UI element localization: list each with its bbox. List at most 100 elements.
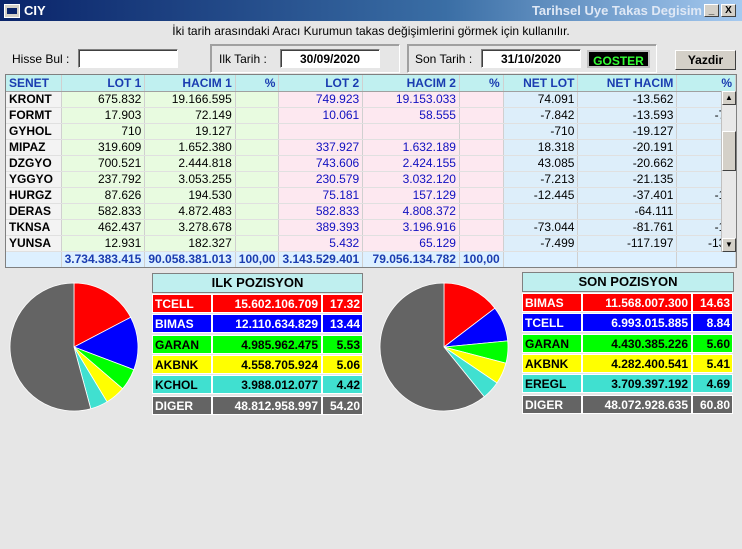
column-header[interactable]: % [235, 75, 280, 92]
position-row: DIGER 48.072.928.635 60.80 [522, 394, 733, 414]
scroll-thumb[interactable] [722, 131, 736, 171]
window-title: CIY [24, 3, 46, 18]
position-percent: 4.42 [322, 375, 363, 395]
column-header[interactable]: % [676, 75, 736, 92]
column-header[interactable]: LOT 1 [61, 75, 146, 92]
app-icon [4, 3, 20, 18]
position-row: GARAN 4.430.385.226 5.60 [522, 333, 733, 353]
table-cell [459, 219, 504, 236]
position-name: TCELL [152, 294, 212, 313]
table-cell: 675.832 [61, 91, 146, 108]
grid-vertical-scrollbar[interactable]: ▲ ▼ [721, 91, 736, 252]
position-name: GARAN [522, 333, 582, 353]
close-button[interactable]: X [721, 4, 736, 17]
table-cell [459, 123, 504, 140]
table-row[interactable]: MIPAZ 319.609 1.652.380 337.927 1.632.189 18.… [6, 139, 736, 156]
column-header[interactable]: % [459, 75, 504, 92]
table-row[interactable]: DERAS 582.833 4.872.483 582.833 4.808.372 -64… [6, 203, 736, 220]
takas-grid[interactable]: SENET LOT 1 HACIM 1% LOT 2 HACIM 2% NET LOT NE… [5, 74, 737, 268]
table-cell: 58.555 [362, 107, 460, 124]
column-header[interactable]: NET HACIM [577, 75, 678, 92]
table-cell: 19.127 [144, 123, 236, 140]
table-cell [235, 235, 280, 252]
yazdir-button[interactable]: Yazdir [675, 50, 736, 70]
table-cell [235, 187, 280, 204]
position-value: 3.988.012.077 [212, 375, 322, 395]
hisse-search-input[interactable] [78, 49, 178, 68]
table-row[interactable]: TKNSA 462.437 3.278.678 389.393 3.196.916 -73… [6, 219, 736, 236]
table-cell: 710 [61, 123, 146, 140]
goster-button[interactable]: GOSTER [587, 50, 650, 68]
table-cell [235, 219, 280, 236]
position-value: 4.430.385.226 [582, 333, 692, 353]
table-cell: -710 [503, 123, 579, 140]
senet-cell: DERAS [6, 203, 62, 220]
table-row[interactable]: FORMT 17.903 72.149 10.061 58.555 -7.842 -13.5… [6, 107, 736, 124]
table-row[interactable]: YUNSA 12.931 182.327 5.432 65.129 -7.499 -117.… [6, 235, 736, 252]
position-percent: 5.06 [322, 354, 363, 374]
position-value: 6.993.015.885 [582, 313, 692, 333]
table-cell: 194.530 [144, 187, 236, 204]
position-name: DIGER [152, 395, 212, 415]
table-cell: 157.129 [362, 187, 460, 204]
senet-cell: TKNSA [6, 219, 62, 236]
senet-cell: MIPAZ [6, 139, 62, 156]
table-cell: -20.662 [577, 155, 678, 172]
position-row: TCELL 6.993.015.885 8.84 [522, 313, 733, 333]
table-cell [459, 91, 504, 108]
table-cell [459, 155, 504, 172]
ilk-tarih-label: Ilk Tarih : [219, 52, 267, 66]
position-percent: 17.32 [322, 294, 363, 313]
senet-cell: YUNSA [6, 235, 62, 252]
table-cell [362, 123, 460, 140]
table-cell: 582.833 [61, 203, 146, 220]
total-cell: 90.058.381.013 [144, 251, 236, 267]
ilk-pozisyon-pie-chart [9, 282, 139, 412]
position-row: AKBNK 4.282.400.541 5.41 [522, 353, 733, 373]
column-header[interactable]: NET LOT [503, 75, 579, 92]
son-tarih-input[interactable] [481, 49, 581, 68]
total-cell [577, 251, 678, 267]
position-row: KCHOL 3.988.012.077 4.42 [152, 375, 363, 395]
table-row[interactable]: DZGYO 700.521 2.444.818 743.606 2.424.155 43.… [6, 155, 736, 172]
table-cell [235, 139, 280, 156]
table-cell: -73.044 [503, 219, 579, 236]
scroll-down-arrow-icon[interactable]: ▼ [722, 238, 736, 252]
table-cell: -64.111 [577, 203, 678, 220]
table-cell: 2.424.155 [362, 155, 460, 172]
position-name: EREGL [522, 374, 582, 394]
senet-cell: KRONT [6, 91, 62, 108]
ilk-tarih-input[interactable] [280, 49, 380, 68]
position-value: 4.558.705.924 [212, 354, 322, 374]
column-header[interactable]: HACIM 1 [144, 75, 236, 92]
scroll-up-arrow-icon[interactable]: ▲ [722, 91, 736, 105]
table-cell [235, 171, 280, 188]
total-cell: 3.734.383.415 [61, 251, 146, 267]
column-header[interactable]: LOT 2 [278, 75, 364, 92]
table-cell: 19.153.033 [362, 91, 460, 108]
position-row: GARAN 4.985.962.475 5.53 [152, 334, 363, 354]
table-cell: 230.579 [278, 171, 364, 188]
table-cell: 12.931 [61, 235, 146, 252]
table-row[interactable]: HURGZ 87.626 194.530 75.181 157.129 -12.445 -3… [6, 187, 736, 204]
table-cell: 72.149 [144, 107, 236, 124]
table-cell: 75.181 [278, 187, 364, 204]
table-cell: -13.593 [577, 107, 678, 124]
position-percent: 5.41 [692, 353, 733, 373]
table-cell: 2.444.818 [144, 155, 236, 172]
table-cell: 18.318 [503, 139, 579, 156]
table-cell: -117.197 [577, 235, 678, 252]
table-cell [459, 235, 504, 252]
table-row[interactable]: YGGYO 237.792 3.053.255 230.579 3.032.120 -7.… [6, 171, 736, 188]
column-header[interactable]: SENET [6, 75, 62, 92]
table-cell: 3.032.120 [362, 171, 460, 188]
table-row[interactable]: GYHOL 710 19.127 -710 -19.127 [6, 123, 736, 140]
minimize-button[interactable]: _ [704, 4, 719, 17]
table-row[interactable]: KRONT 675.832 19.166.595 749.923 19.153.033 7… [6, 91, 736, 108]
table-cell [278, 123, 364, 140]
table-cell: -7.499 [503, 235, 579, 252]
table-cell: -7.213 [503, 171, 579, 188]
column-header[interactable]: HACIM 2 [362, 75, 460, 92]
table-cell: 74.091 [503, 91, 579, 108]
table-cell: 389.393 [278, 219, 364, 236]
